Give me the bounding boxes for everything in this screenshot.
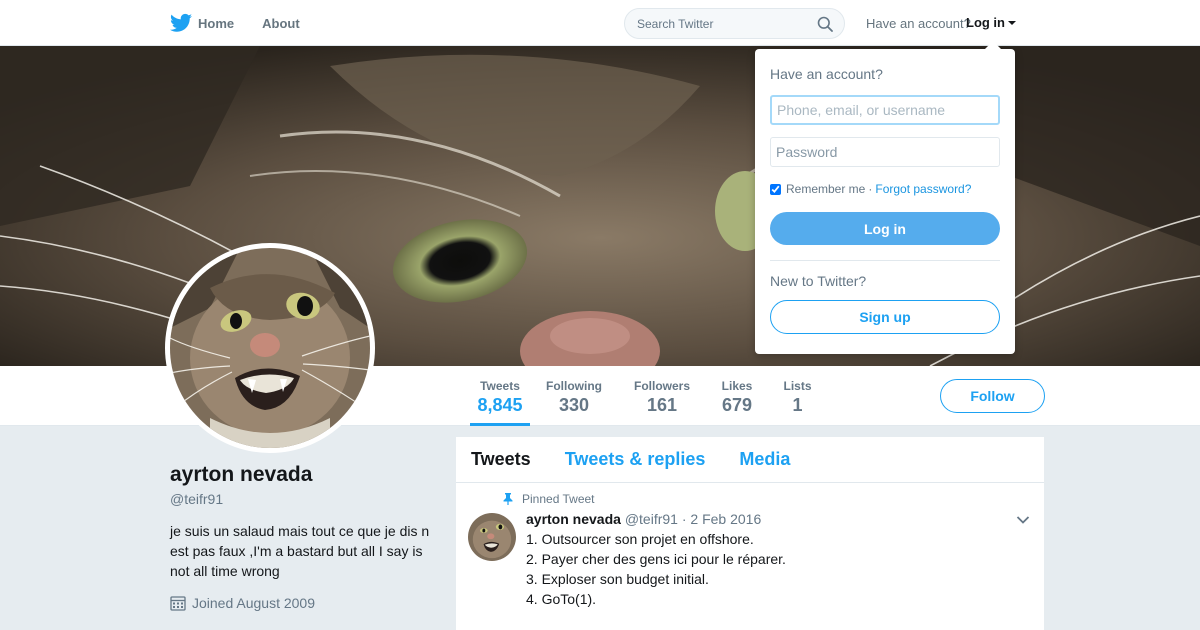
dropdown-divider (770, 260, 1000, 261)
tab-tweets-and-replies[interactable]: Tweets & replies (565, 449, 706, 470)
pinned-tweet-label: Pinned Tweet (503, 492, 595, 506)
profile-name: ayrton nevada (170, 463, 313, 486)
nav-home[interactable]: Home (170, 13, 234, 33)
stat-value: 161 (646, 395, 678, 415)
stat-value: 8,845 (477, 395, 523, 415)
nav-left: Home About (170, 0, 328, 46)
profile-bio: je suis un salaud mais tout ce que je di… (170, 523, 430, 579)
remember-me-label[interactable]: Remember me (786, 182, 865, 196)
password-field[interactable] (770, 137, 1000, 167)
nav-about-label: About (262, 15, 300, 31)
tweet-meta[interactable]: @teifr91 · 2 Feb 2016 (625, 511, 761, 527)
profile-handle: @teifr91 (170, 491, 224, 507)
tab-tweets[interactable]: Tweets (471, 449, 531, 470)
nav-about[interactable]: About (262, 16, 300, 31)
tweet-line: 2. Payer cher des gens ici pour le répar… (526, 551, 786, 567)
stat-likes[interactable]: Likes 679 (720, 366, 754, 426)
separator-dot: · (868, 182, 873, 196)
stat-value: 1 (792, 395, 803, 415)
stat-label: Likes (721, 379, 753, 393)
tweet-avatar-photo (468, 513, 516, 561)
stat-followers[interactable]: Followers 161 (633, 366, 691, 426)
avatar[interactable] (170, 248, 370, 448)
search-icon[interactable] (817, 16, 833, 32)
follow-button[interactable]: Follow (940, 379, 1045, 413)
pinned-label-text: Pinned Tweet (522, 492, 595, 506)
pin-icon (503, 493, 513, 505)
login-link-label: Log in (966, 15, 1005, 30)
remember-me-row: Remember me · Forgot password? (770, 182, 971, 196)
caret-down-icon (1008, 20, 1016, 25)
search-input[interactable] (625, 9, 815, 38)
login-dropdown-toggle[interactable]: Log in (966, 15, 1016, 30)
tweet-header: ayrton nevada @teifr91 · 2 Feb 2016 (526, 511, 761, 527)
tweet-line: 1. Outsourcer son projet en offshore. (526, 531, 754, 547)
search-box (624, 8, 845, 39)
stat-label: Following (546, 379, 602, 393)
tab-media[interactable]: Media (739, 449, 790, 470)
calendar-icon (170, 596, 186, 611)
profile-joined: Joined August 2009 (170, 595, 315, 611)
stat-value: 330 (558, 395, 590, 415)
account-prompt: Have an account? (866, 16, 971, 31)
username-field[interactable] (770, 95, 1000, 125)
stat-lists[interactable]: Lists 1 (782, 366, 813, 426)
forgot-password-link[interactable]: Forgot password? (875, 182, 971, 196)
twitter-bird-icon (170, 13, 192, 32)
nav-home-label: Home (198, 15, 235, 31)
timeline-tabs: Tweets Tweets & replies Media (456, 437, 1044, 483)
stat-label: Followers (633, 379, 690, 393)
new-to-twitter-prompt: New to Twitter? (770, 273, 867, 289)
remember-me-checkbox[interactable] (770, 183, 781, 195)
signup-button[interactable]: Sign up (770, 300, 1000, 334)
stat-label: Lists (783, 379, 812, 393)
tweet-text: 1. Outsourcer son projet en offshore. 2.… (526, 529, 786, 609)
tweet-line: 3. Exploser son budget initial. (526, 571, 709, 587)
profile-avatar-frame (165, 243, 375, 453)
tweet-avatar[interactable] (468, 513, 516, 561)
tweet-author-name[interactable]: ayrton nevada (526, 511, 621, 527)
stat-value: 679 (721, 395, 753, 415)
stat-following[interactable]: Following 330 (545, 366, 603, 426)
timeline: Tweets Tweets & replies Media Pinned Twe… (456, 437, 1044, 630)
chevron-down-icon[interactable] (1016, 515, 1030, 525)
login-button[interactable]: Log in (770, 212, 1000, 245)
avatar-cat-photo (170, 248, 370, 448)
tweet-line: 4. GoTo(1). (526, 591, 597, 607)
top-navigation: Home About Have an account? Log in (0, 0, 1200, 46)
login-dropdown-title: Have an account? (770, 66, 883, 82)
stat-label: Tweets (480, 379, 520, 393)
stat-tweets[interactable]: Tweets 8,845 (470, 366, 530, 426)
login-dropdown: Have an account? Remember me · Forgot pa… (755, 41, 1015, 354)
profile-joined-label: Joined August 2009 (192, 595, 315, 611)
